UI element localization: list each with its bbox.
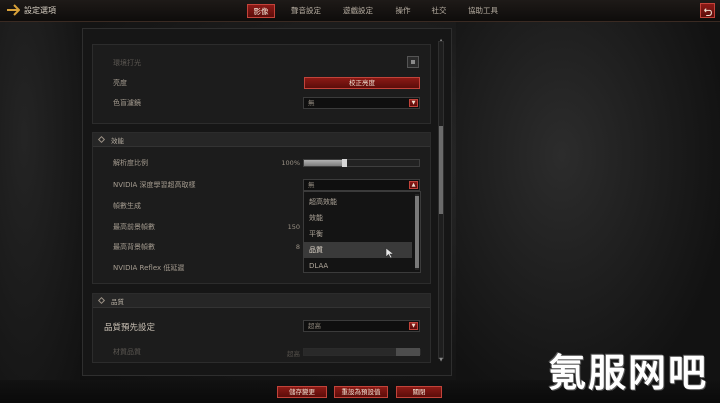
texture-quality-label: 材質品質	[113, 348, 141, 356]
tab-gameplay[interactable]: 遊戲設定	[337, 4, 379, 18]
options-scrollbar-thumb[interactable]	[415, 196, 419, 268]
diamond-icon	[97, 135, 106, 144]
tab-accessibility[interactable]: 協助工具	[462, 4, 504, 18]
dlss-options-list: 超高效能 效能 平衡 品質 DLAA	[303, 191, 421, 273]
diamond-icon	[97, 296, 106, 305]
main-scrollbar[interactable]	[438, 41, 444, 359]
max-fg-fps-label: 最高前景幀數	[113, 223, 155, 231]
max-fg-fps-value: 150	[287, 223, 300, 231]
chevron-down-icon: ▼	[409, 322, 418, 330]
quality-section-title: 品質	[111, 298, 124, 306]
return-icon	[704, 8, 712, 17]
left-background	[0, 22, 80, 403]
mouse-cursor-icon	[385, 247, 395, 259]
options-scrollbar[interactable]	[415, 194, 419, 270]
color-blind-filter-label: 色盲濾鏡	[113, 99, 141, 107]
quality-preset-value: 超高	[308, 322, 321, 330]
nvidia-reflex-label: NVIDIA Reflex 低延遲	[113, 264, 185, 272]
tab-sound[interactable]: 聲音設定	[285, 4, 327, 18]
quality-preset-dropdown[interactable]: 超高 ▼	[303, 320, 420, 332]
texture-quality-slider[interactable]	[303, 348, 421, 356]
dlss-label: NVIDIA 深度學習超高取樣	[113, 181, 196, 189]
option-balanced[interactable]: 平衡	[304, 226, 412, 242]
color-blind-filter-value: 無	[308, 99, 315, 107]
performance-section-title: 效能	[111, 137, 124, 145]
max-bg-fps-label: 最高背景幀數	[113, 243, 155, 251]
resolution-scale-label: 解析度比例	[113, 159, 148, 167]
ambient-light-label: 環境打光	[113, 59, 141, 67]
back-arrow-icon[interactable]	[6, 4, 20, 16]
option-performance[interactable]: 效能	[304, 210, 412, 226]
texture-quality-knob[interactable]	[396, 348, 420, 356]
return-button[interactable]	[700, 3, 715, 18]
option-ultra-performance[interactable]: 超高效能	[304, 194, 412, 210]
main-scrollbar-thumb[interactable]	[439, 126, 443, 214]
calibrate-brightness-button[interactable]: 校正亮度	[304, 77, 420, 89]
option-quality[interactable]: 品質	[304, 242, 412, 258]
chevron-up-icon: ▲	[409, 181, 418, 189]
frame-generation-label: 幀數生成	[113, 202, 141, 210]
save-changes-button[interactable]: 儲存變更	[277, 386, 327, 398]
tab-controls[interactable]: 操作	[389, 4, 417, 18]
ambient-light-checkbox[interactable]	[407, 56, 419, 68]
resolution-scale-knob[interactable]	[342, 159, 347, 167]
top-bar: 設定選項 影像 聲音設定 遊戲設定 操作 社交 協助工具	[0, 0, 720, 22]
right-background	[456, 22, 720, 403]
brightness-label: 亮度	[113, 79, 127, 87]
max-bg-fps-value: 8	[295, 243, 300, 251]
dlss-value: 無	[308, 181, 315, 189]
color-blind-filter-dropdown[interactable]: 無 ▼	[303, 97, 420, 109]
dlss-dropdown[interactable]: 無 ▲	[303, 179, 420, 191]
texture-quality-value: 超高	[287, 350, 300, 358]
performance-section-header[interactable]: 效能	[93, 133, 430, 147]
option-dlaa[interactable]: DLAA	[304, 258, 412, 274]
resolution-scale-fill	[304, 160, 344, 166]
resolution-scale-value: 100%	[281, 159, 300, 167]
close-button[interactable]: 關閉	[396, 386, 442, 398]
scroll-down-icon[interactable]: ▼	[438, 357, 444, 363]
resolution-scale-slider[interactable]	[303, 159, 420, 167]
page-title: 設定選項	[24, 6, 56, 15]
tab-social[interactable]: 社交	[425, 4, 453, 18]
chevron-down-icon: ▼	[409, 99, 418, 107]
quality-section-header[interactable]: 品質	[93, 294, 430, 308]
watermark: 氪服网吧	[548, 351, 709, 395]
quality-preset-label: 品質預先設定	[104, 323, 156, 333]
reset-defaults-button[interactable]: 重設為預設值	[334, 386, 388, 398]
tab-video[interactable]: 影像	[247, 4, 275, 18]
